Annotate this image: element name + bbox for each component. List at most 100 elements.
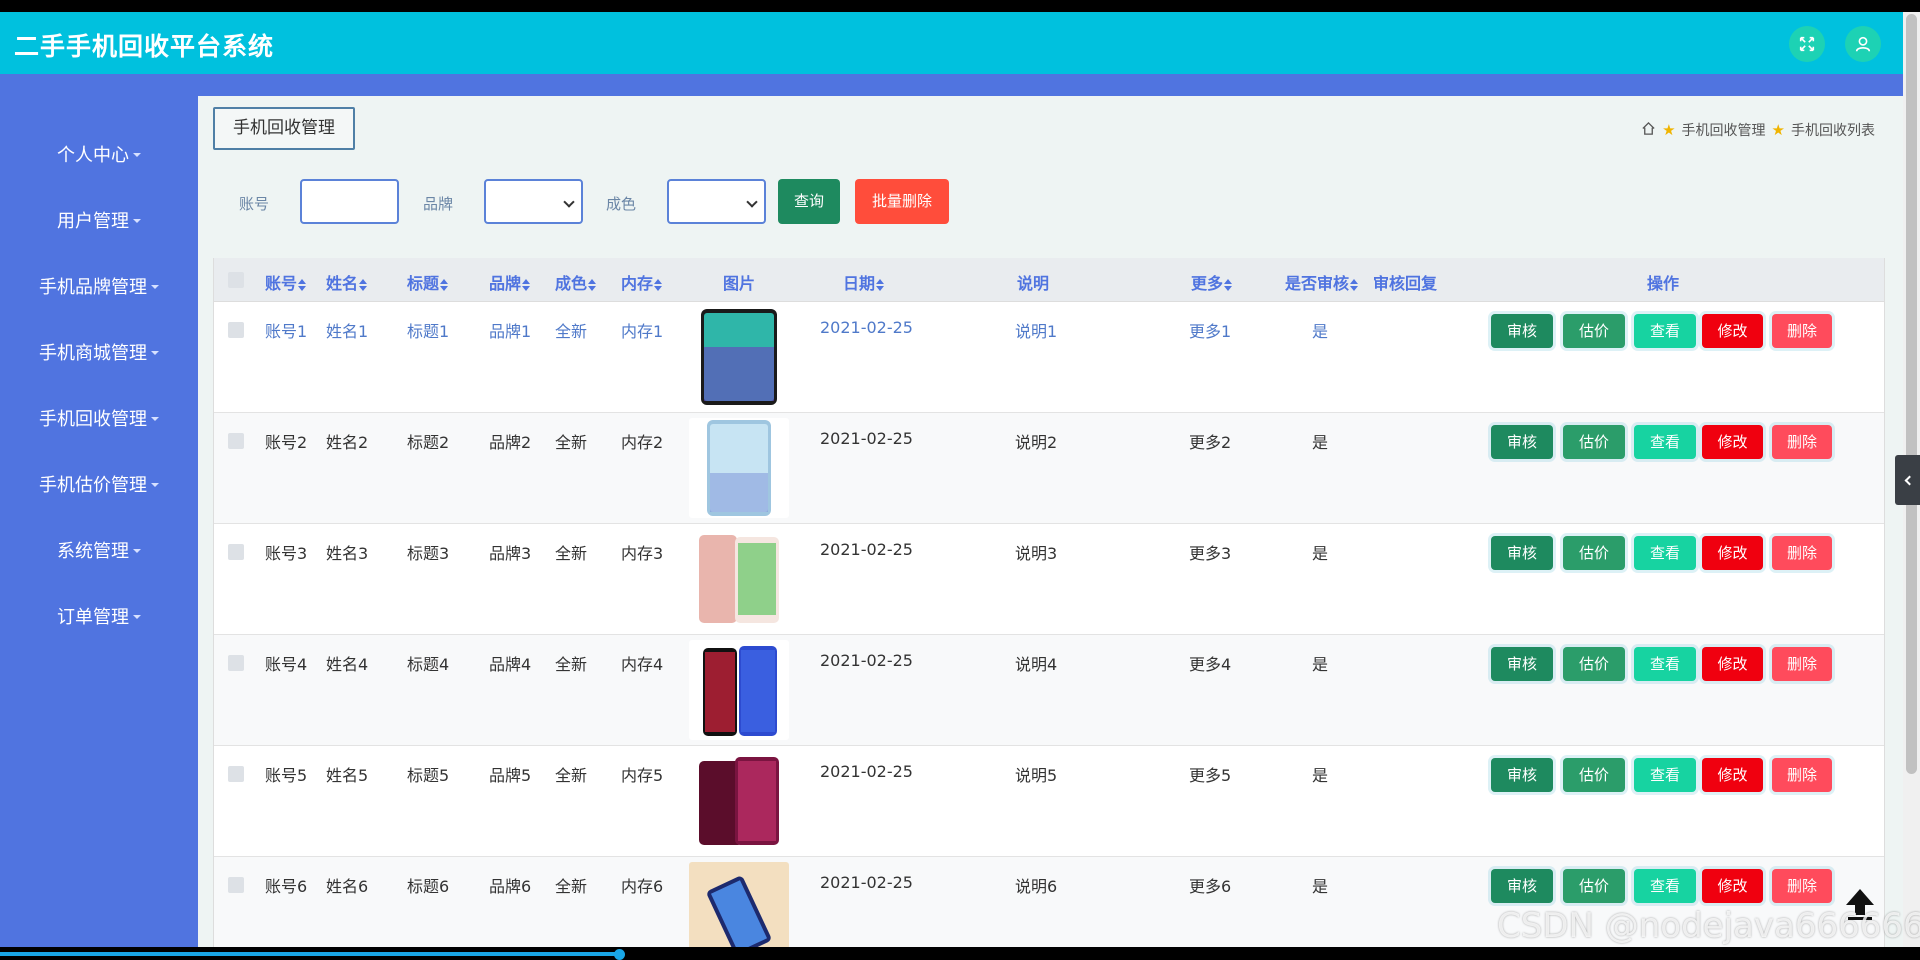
valuate-button[interactable]: 估价 bbox=[1563, 314, 1625, 348]
progress-handle[interactable] bbox=[614, 949, 625, 960]
row-checkbox[interactable] bbox=[228, 877, 244, 893]
search-bar: 账号 品牌 成色 查询 批量删除 bbox=[198, 179, 1903, 227]
table-header: 账号 姓名 标题 品牌 成色 内存 图片 日期 说明 更多 是否审核 审核回复 … bbox=[214, 258, 1884, 302]
sort-icon bbox=[359, 278, 368, 291]
view-button[interactable]: 查看 bbox=[1634, 314, 1696, 348]
sidebar-item-orders[interactable]: 订单管理 bbox=[0, 598, 198, 638]
cell-date: 2021-02-25 bbox=[820, 873, 913, 892]
home-icon[interactable] bbox=[1641, 121, 1656, 140]
table-row: 账号3 姓名3 标题3 品牌3 全新 内存3 2021-02-25 说明3 更多… bbox=[214, 524, 1884, 635]
view-button[interactable]: 查看 bbox=[1634, 536, 1696, 570]
query-button[interactable]: 查询 bbox=[778, 179, 840, 224]
cell-title: 标题1 bbox=[407, 322, 450, 341]
user-button[interactable] bbox=[1845, 26, 1881, 62]
header-subbar bbox=[0, 74, 1903, 96]
delete-button[interactable]: 删除 bbox=[1772, 314, 1832, 348]
cell-account: 账号3 bbox=[265, 544, 308, 563]
edit-button[interactable]: 修改 bbox=[1702, 314, 1763, 348]
delete-button[interactable]: 删除 bbox=[1772, 536, 1832, 570]
column-header-title[interactable]: 标题 bbox=[407, 270, 449, 294]
row-checkbox[interactable] bbox=[228, 322, 244, 338]
sidebar-item-mall[interactable]: 手机商城管理 bbox=[0, 334, 198, 374]
row-checkbox[interactable] bbox=[228, 544, 244, 560]
caret-down-icon bbox=[133, 153, 141, 157]
view-button[interactable]: 查看 bbox=[1634, 647, 1696, 681]
column-header-image: 图片 bbox=[723, 274, 756, 293]
scrollbar-thumb[interactable] bbox=[1906, 14, 1917, 774]
cell-condition: 全新 bbox=[555, 766, 588, 785]
sidebar-item-brands[interactable]: 手机品牌管理 bbox=[0, 268, 198, 308]
column-header-brand[interactable]: 品牌 bbox=[489, 270, 531, 294]
valuate-button[interactable]: 估价 bbox=[1563, 425, 1625, 459]
condition-select[interactable] bbox=[667, 179, 766, 224]
star-icon: ★ bbox=[1662, 121, 1676, 139]
audit-button[interactable]: 审核 bbox=[1491, 869, 1553, 903]
sidebar-item-label: 订单管理 bbox=[57, 607, 129, 628]
cell-name: 姓名4 bbox=[326, 655, 369, 674]
column-header-date[interactable]: 日期 bbox=[843, 270, 885, 294]
column-header-audited[interactable]: 是否审核 bbox=[1285, 270, 1359, 294]
delete-button[interactable]: 删除 bbox=[1772, 647, 1832, 681]
row-checkbox[interactable] bbox=[228, 655, 244, 671]
audit-button[interactable]: 审核 bbox=[1491, 425, 1553, 459]
account-input[interactable] bbox=[300, 179, 399, 224]
sort-icon bbox=[298, 278, 307, 291]
valuate-button[interactable]: 估价 bbox=[1563, 536, 1625, 570]
valuate-button[interactable]: 估价 bbox=[1563, 647, 1625, 681]
row-checkbox[interactable] bbox=[228, 433, 244, 449]
column-header-memory[interactable]: 内存 bbox=[621, 270, 663, 294]
column-header-account[interactable]: 账号 bbox=[265, 270, 307, 294]
sidebar-item-users[interactable]: 用户管理 bbox=[0, 202, 198, 242]
sidebar-item-valuation[interactable]: 手机估价管理 bbox=[0, 466, 198, 506]
column-header-name[interactable]: 姓名 bbox=[326, 270, 368, 294]
delete-button[interactable]: 删除 bbox=[1772, 758, 1832, 792]
cell-desc: 说明2 bbox=[1015, 433, 1058, 452]
cell-desc: 说明6 bbox=[1015, 877, 1058, 896]
sidebar-item-label: 手机商城管理 bbox=[39, 343, 147, 364]
breadcrumb-item[interactable]: 手机回收管理 bbox=[1682, 120, 1766, 140]
column-header-condition[interactable]: 成色 bbox=[555, 270, 597, 294]
column-header-actions: 操作 bbox=[1647, 274, 1680, 293]
audit-button[interactable]: 审核 bbox=[1491, 647, 1553, 681]
audit-button[interactable]: 审核 bbox=[1491, 314, 1553, 348]
delete-button[interactable]: 删除 bbox=[1772, 425, 1832, 459]
view-button[interactable]: 查看 bbox=[1634, 425, 1696, 459]
edit-button[interactable]: 修改 bbox=[1702, 425, 1763, 459]
cell-more: 更多5 bbox=[1189, 766, 1232, 785]
batch-delete-button[interactable]: 批量删除 bbox=[855, 179, 949, 224]
collapse-panel-button[interactable] bbox=[1895, 455, 1920, 505]
sidebar-item-label: 手机估价管理 bbox=[39, 475, 147, 496]
audit-button[interactable]: 审核 bbox=[1491, 758, 1553, 792]
main-content: 手机回收管理 ★ 手机回收管理 ★ 手机回收列表 账号 品牌 成色 查询 批量删… bbox=[198, 96, 1903, 947]
select-all-checkbox[interactable] bbox=[228, 272, 244, 288]
cell-audited: 是 bbox=[1312, 433, 1329, 452]
edit-button[interactable]: 修改 bbox=[1702, 647, 1763, 681]
sort-icon bbox=[876, 278, 885, 291]
cell-more: 更多4 bbox=[1189, 655, 1232, 674]
audit-button[interactable]: 审核 bbox=[1491, 536, 1553, 570]
valuate-button[interactable]: 估价 bbox=[1563, 869, 1625, 903]
row-checkbox[interactable] bbox=[228, 766, 244, 782]
sort-icon bbox=[588, 278, 597, 291]
brand-select[interactable] bbox=[484, 179, 583, 224]
view-button[interactable]: 查看 bbox=[1634, 869, 1696, 903]
fullscreen-button[interactable] bbox=[1789, 26, 1825, 62]
video-progress-bar[interactable] bbox=[0, 952, 620, 956]
cell-audited: 是 bbox=[1312, 766, 1329, 785]
cell-desc: 说明1 bbox=[1015, 322, 1058, 341]
view-button[interactable]: 查看 bbox=[1634, 758, 1696, 792]
caret-down-icon bbox=[151, 417, 159, 421]
cell-brand: 品牌1 bbox=[489, 322, 532, 341]
edit-button[interactable]: 修改 bbox=[1702, 758, 1763, 792]
cell-brand: 品牌6 bbox=[489, 877, 532, 896]
column-header-more[interactable]: 更多 bbox=[1191, 270, 1233, 294]
tab-recycle-management[interactable]: 手机回收管理 bbox=[213, 107, 355, 150]
valuate-button[interactable]: 估价 bbox=[1563, 758, 1625, 792]
sidebar-item-personal-center[interactable]: 个人中心 bbox=[0, 136, 198, 176]
edit-button[interactable]: 修改 bbox=[1702, 869, 1763, 903]
delete-button[interactable]: 删除 bbox=[1772, 869, 1832, 903]
sidebar-item-system[interactable]: 系统管理 bbox=[0, 532, 198, 572]
sidebar-item-recycle[interactable]: 手机回收管理 bbox=[0, 400, 198, 440]
caret-down-icon bbox=[133, 549, 141, 553]
edit-button[interactable]: 修改 bbox=[1702, 536, 1763, 570]
